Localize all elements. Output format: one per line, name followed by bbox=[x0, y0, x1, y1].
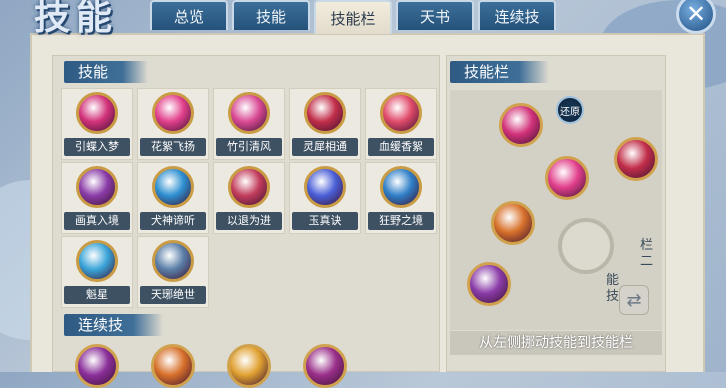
skill-label: 天琊绝世 bbox=[140, 286, 206, 304]
skillbar-hint: 从左侧挪动技能到技能栏 bbox=[450, 331, 662, 355]
skill-cell[interactable]: 竹引清风 bbox=[213, 88, 285, 160]
skillbar-slot[interactable] bbox=[614, 137, 658, 181]
swap-skillbar-button[interactable]: ⇄ bbox=[619, 285, 649, 315]
skillbar-slot[interactable] bbox=[467, 262, 511, 306]
tab-skillbar[interactable]: 技能栏 bbox=[314, 0, 392, 34]
skill-icon bbox=[152, 240, 194, 282]
sword-ring-icon bbox=[558, 218, 614, 274]
skill-label: 以退为进 bbox=[216, 212, 282, 230]
combo-skill-icon[interactable] bbox=[75, 344, 119, 388]
skill-label: 玉真诀 bbox=[292, 212, 358, 230]
skill-label: 血缓香絮 bbox=[368, 138, 434, 156]
skill-label: 花絮飞扬 bbox=[140, 138, 206, 156]
skill-label: 犬神谛听 bbox=[140, 212, 206, 230]
skill-cell[interactable]: 血缓香絮 bbox=[365, 88, 437, 160]
tab-bar: 总览 技能 技能栏 天书 连续技 bbox=[150, 0, 556, 34]
tab-tianshu[interactable]: 天书 bbox=[396, 0, 474, 30]
skill-label: 魁星 bbox=[64, 286, 130, 304]
window-title: 技能 bbox=[34, 0, 119, 38]
skill-cell[interactable]: 狂野之境 bbox=[365, 162, 437, 234]
skill-icon bbox=[380, 92, 422, 134]
skills-section-header: 技能 bbox=[64, 61, 149, 83]
skill-icon bbox=[304, 92, 346, 134]
skillbar-slot[interactable] bbox=[499, 103, 543, 147]
skill-icon bbox=[76, 240, 118, 282]
skillbar-side-text-b: 能技 bbox=[606, 273, 620, 304]
skill-cell[interactable]: 花絮飞扬 bbox=[137, 88, 209, 160]
restore-button[interactable]: 还原 bbox=[556, 96, 584, 124]
skill-cell[interactable]: 引蝶入梦 bbox=[61, 88, 133, 160]
close-icon: ✕ bbox=[685, 0, 707, 28]
combo-section-header: 连续技 bbox=[64, 314, 164, 336]
swap-icon: ⇄ bbox=[626, 289, 642, 311]
skill-icon bbox=[228, 92, 270, 134]
skill-label: 狂野之境 bbox=[368, 212, 434, 230]
skill-cell[interactable]: 魁星 bbox=[61, 236, 133, 308]
combo-skill-icon[interactable] bbox=[227, 344, 271, 388]
combo-skill-icon[interactable] bbox=[303, 344, 347, 388]
skill-cell[interactable]: 玉真诀 bbox=[289, 162, 361, 234]
skill-icon bbox=[76, 166, 118, 208]
skill-label: 竹引清风 bbox=[216, 138, 282, 156]
tab-skills[interactable]: 技能 bbox=[232, 0, 310, 30]
skillbar-slot[interactable] bbox=[545, 156, 589, 200]
skill-cell[interactable]: 画真入境 bbox=[61, 162, 133, 234]
combo-skill-icon[interactable] bbox=[151, 344, 195, 388]
skill-cell[interactable]: 灵犀相通 bbox=[289, 88, 361, 160]
skill-cell[interactable]: 天琊绝世 bbox=[137, 236, 209, 308]
restore-label: 还原 bbox=[560, 106, 580, 118]
skill-label: 灵犀相通 bbox=[292, 138, 358, 156]
skill-cell[interactable]: 以退为进 bbox=[213, 162, 285, 234]
skillbar-slot[interactable] bbox=[491, 201, 535, 245]
skill-icon bbox=[380, 166, 422, 208]
skillbar-section-header: 技能栏 bbox=[450, 61, 550, 83]
skill-icon bbox=[304, 166, 346, 208]
skill-label: 引蝶入梦 bbox=[64, 138, 130, 156]
skill-label: 画真入境 bbox=[64, 212, 130, 230]
skill-cell[interactable]: 犬神谛听 bbox=[137, 162, 209, 234]
skill-icon bbox=[228, 166, 270, 208]
tab-overview[interactable]: 总览 bbox=[150, 0, 228, 30]
skill-icon bbox=[152, 166, 194, 208]
skill-icon bbox=[76, 92, 118, 134]
tab-combo[interactable]: 连续技 bbox=[478, 0, 556, 30]
skill-icon bbox=[152, 92, 194, 134]
skillbar-side-text-a: 栏二 bbox=[640, 238, 654, 269]
